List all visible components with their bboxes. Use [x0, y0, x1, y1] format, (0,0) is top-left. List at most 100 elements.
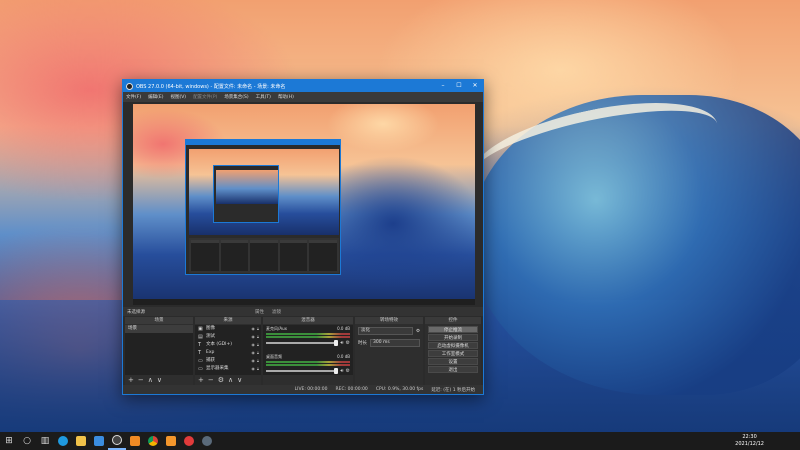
obs-icon[interactable]: [108, 432, 126, 450]
source-label: 测试: [206, 334, 215, 339]
control-button[interactable]: 开始录制: [428, 334, 478, 341]
program-preview[interactable]: [133, 104, 475, 305]
up-icon[interactable]: ∧: [148, 376, 153, 384]
edge-icon[interactable]: [54, 432, 72, 450]
speaker-icon[interactable]: 🔊︎: [340, 368, 343, 374]
task-view-icon[interactable]: ▥: [36, 432, 54, 450]
preview-taskbar: [133, 299, 475, 305]
dock-area: 场景 场景 + − ∧ ∨ 来源 ▣ 图像 ◉ 🔒︎ ▤ 测试 ◉ 🔒︎ T 文本 (GDI+) ◉ 🔒︎ T…: [123, 317, 483, 385]
system-clock[interactable]: 22:30 2021/12/12: [735, 434, 764, 448]
mixer-channel: 桌面音频 0.0 dB 🔊︎ ⚙: [263, 353, 353, 381]
lock-icon[interactable]: 🔒︎: [257, 365, 259, 373]
menu-tools[interactable]: 工具(T): [256, 94, 271, 100]
image-icon: ▣: [198, 326, 203, 332]
channel-db: 0.0 dB: [337, 326, 350, 331]
rec-status: REC: 00:00:00: [335, 387, 368, 392]
app-obs2-icon[interactable]: [198, 432, 216, 450]
lock-icon[interactable]: 🔒︎: [257, 333, 259, 341]
control-button[interactable]: 工作室模式: [428, 350, 478, 357]
close-icon[interactable]: ✕: [467, 80, 483, 92]
maximize-icon[interactable]: ☐: [451, 80, 467, 92]
source-item[interactable]: ▭ 捕获 ◉ 🔒︎: [195, 357, 261, 365]
dock-title: 来源: [195, 317, 261, 324]
control-button[interactable]: 设置: [428, 358, 478, 365]
volume-slider[interactable]: [266, 340, 339, 346]
mixer-dock: 混音器 麦克风/Aux 0.0 dB 🔊︎ ⚙ 桌面音频 0.0 dB 🔊︎ ⚙: [263, 317, 353, 385]
live-status: LIVE: 00:00:00: [294, 387, 328, 392]
channel-db: 0.0 dB: [337, 354, 350, 359]
control-button[interactable]: 退出: [428, 366, 478, 373]
gear-icon[interactable]: ⚙: [346, 340, 350, 346]
store-icon[interactable]: [90, 432, 108, 450]
control-button[interactable]: 启动虚拟摄像机: [428, 342, 478, 349]
scenes-dock: 场景 场景 + − ∧ ∨: [125, 317, 193, 385]
transition-select[interactable]: 淡化: [358, 327, 413, 335]
gear-icon[interactable]: ⚙: [346, 368, 350, 374]
filters-button[interactable]: 滤镜: [272, 309, 281, 315]
mixer-channel: 麦克风/Aux 0.0 dB 🔊︎ ⚙: [263, 325, 353, 353]
display-icon: ▭: [198, 366, 203, 372]
channel-name: 桌面音频: [266, 354, 282, 359]
down-icon[interactable]: ∨: [157, 376, 162, 384]
app-orange2-icon[interactable]: [162, 432, 180, 450]
level-meter: [266, 361, 350, 363]
remove-icon[interactable]: −: [138, 376, 144, 384]
source-label: 捕获: [206, 358, 215, 363]
window-titlebar[interactable]: OBS 27.0.0 (64-bit, windows) - 配置文件: 未命名…: [123, 80, 483, 92]
visibility-icon[interactable]: ◉: [251, 365, 255, 373]
level-meter: [266, 333, 350, 335]
window-title: OBS 27.0.0 (64-bit, windows) - 配置文件: 未命名…: [136, 83, 286, 90]
dock-title: 转场特效: [355, 317, 423, 324]
duration-input[interactable]: 300 ms: [370, 339, 420, 347]
menu-profile[interactable]: 配置文件(P): [193, 94, 217, 100]
volume-slider[interactable]: [266, 368, 339, 374]
remove-icon[interactable]: −: [208, 376, 214, 384]
gear-icon[interactable]: ⚙: [416, 329, 420, 334]
control-button[interactable]: 停止推流: [428, 326, 478, 333]
speaker-icon[interactable]: 🔊︎: [340, 340, 343, 346]
transitions-dock: 转场特效 淡化 ⚙ 时长 300 ms: [355, 317, 423, 385]
lock-icon[interactable]: 🔒︎: [257, 325, 259, 333]
visibility-icon[interactable]: ◉: [251, 357, 255, 365]
chrome-icon[interactable]: [144, 432, 162, 450]
stream-status: 延迟: (在) 1 秒后开始: [431, 387, 475, 393]
visibility-icon[interactable]: ◉: [251, 341, 255, 349]
obs-window[interactable]: OBS 27.0.0 (64-bit, windows) - 配置文件: 未命名…: [122, 79, 484, 395]
menu-scene-collection[interactable]: 场景集合(S): [224, 94, 248, 100]
app-red-icon[interactable]: [180, 432, 198, 450]
no-source-selected: 未选择源: [127, 309, 145, 315]
up-icon[interactable]: ∧: [228, 376, 233, 384]
windows-start-icon[interactable]: ⊞: [0, 432, 18, 450]
source-toolbar: 未选择源 属性 滤镜: [123, 307, 483, 316]
add-icon[interactable]: +: [198, 376, 204, 384]
scene-item[interactable]: 场景: [125, 325, 193, 333]
properties-button[interactable]: 属性: [255, 309, 264, 315]
menu-edit[interactable]: 编辑(E): [148, 94, 163, 100]
explorer-icon[interactable]: [72, 432, 90, 450]
visibility-icon[interactable]: ◉: [251, 325, 255, 333]
down-icon[interactable]: ∨: [237, 376, 242, 384]
text-icon: T: [198, 342, 202, 348]
menu-view[interactable]: 视图(V): [170, 94, 186, 100]
visibility-icon[interactable]: ◉: [251, 333, 255, 341]
app-orange-icon[interactable]: [126, 432, 144, 450]
clock-time: 22:30: [742, 434, 757, 440]
source-item[interactable]: ▤ 测试 ◉ 🔒︎: [195, 333, 261, 341]
source-item[interactable]: ▭ 显示器采集 ◉ 🔒︎: [195, 365, 261, 373]
sources-dock: 来源 ▣ 图像 ◉ 🔒︎ ▤ 测试 ◉ 🔒︎ T 文本 (GDI+) ◉ 🔒︎ T Exp ◉ 🔒︎ ▭ 捕获 ◉ 🔒…: [195, 317, 261, 385]
gear-icon[interactable]: ⚙: [218, 376, 224, 384]
lock-icon[interactable]: 🔒︎: [257, 349, 259, 357]
source-item[interactable]: T 文本 (GDI+) ◉ 🔒︎: [195, 341, 261, 349]
minimize-icon[interactable]: –: [435, 80, 451, 92]
menu-file[interactable]: 文件(F): [126, 94, 141, 100]
visibility-icon[interactable]: ◉: [251, 349, 255, 357]
add-icon[interactable]: +: [128, 376, 134, 384]
menu-help[interactable]: 帮助(H): [278, 94, 294, 100]
source-item[interactable]: T Exp ◉ 🔒︎: [195, 349, 261, 357]
lock-icon[interactable]: 🔒︎: [257, 357, 259, 365]
cpu-status: CPU: 0.9%, 30.00 fps: [375, 387, 424, 392]
lock-icon[interactable]: 🔒︎: [257, 341, 259, 349]
search-icon[interactable]: ○: [18, 432, 36, 450]
source-item[interactable]: ▣ 图像 ◉ 🔒︎: [195, 325, 261, 333]
level-meter: [266, 336, 350, 338]
